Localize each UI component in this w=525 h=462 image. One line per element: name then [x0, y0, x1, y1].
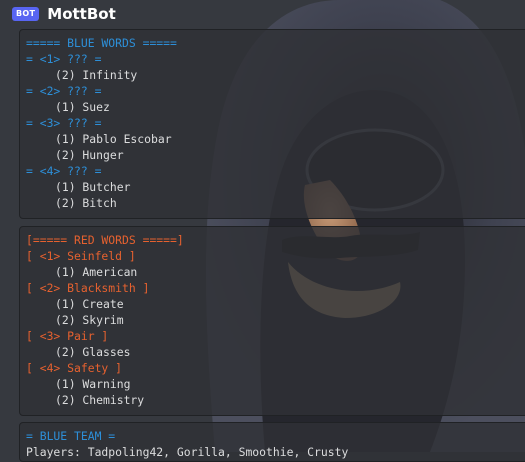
message-header: BOT MottBot [12, 4, 116, 24]
blue-word-item: (2) Infinity [55, 68, 138, 82]
blue-team-header: = BLUE TEAM = [26, 429, 116, 443]
blue-word-item: (1) Butcher [55, 180, 131, 194]
red-group-label: [ <2> Blacksmith ] [26, 281, 150, 295]
blue-group-label: = <4> ??? = [26, 164, 102, 178]
red-word-item: (2) Skyrim [55, 313, 124, 327]
blue-team-players-line: Players: Tadpoling42, Gorilla, Smoothie,… [26, 445, 349, 459]
blue-words-header: ===== BLUE WORDS ===== [26, 36, 177, 50]
blue-word-item: (1) Suez [55, 100, 110, 114]
red-word-item: (1) Warning [55, 377, 131, 391]
red-word-item: (2) Chemistry [55, 393, 145, 407]
blue-words-codeblock: ===== BLUE WORDS ===== = <1> ??? = (2) I… [19, 29, 525, 219]
red-word-item: (2) Glasses [55, 345, 131, 359]
blue-team-codeblock: = BLUE TEAM = Players: Tadpoling42, Gori… [19, 422, 525, 462]
red-group-label: [ <4> Safety ] [26, 361, 123, 375]
bot-badge: BOT [12, 7, 40, 21]
blue-word-item: (2) Bitch [55, 196, 117, 210]
red-word-item: (1) Create [55, 297, 124, 311]
blue-group-label: = <2> ??? = [26, 84, 102, 98]
red-group-label: [ <3> Pair ] [26, 329, 109, 343]
blue-group-label: = <3> ??? = [26, 116, 102, 130]
red-group-label: [ <1> Seinfeld ] [26, 249, 136, 263]
blue-word-item: (2) Hunger [55, 148, 124, 162]
red-word-item: (1) American [55, 265, 138, 279]
red-words-header: [===== RED WORDS =====] [26, 233, 184, 247]
bot-username[interactable]: MottBot [47, 5, 115, 23]
blue-group-label: = <1> ??? = [26, 52, 102, 66]
red-words-codeblock: [===== RED WORDS =====] [ <1> Seinfeld ]… [19, 226, 525, 416]
blue-word-item: (1) Pablo Escobar [55, 132, 172, 146]
